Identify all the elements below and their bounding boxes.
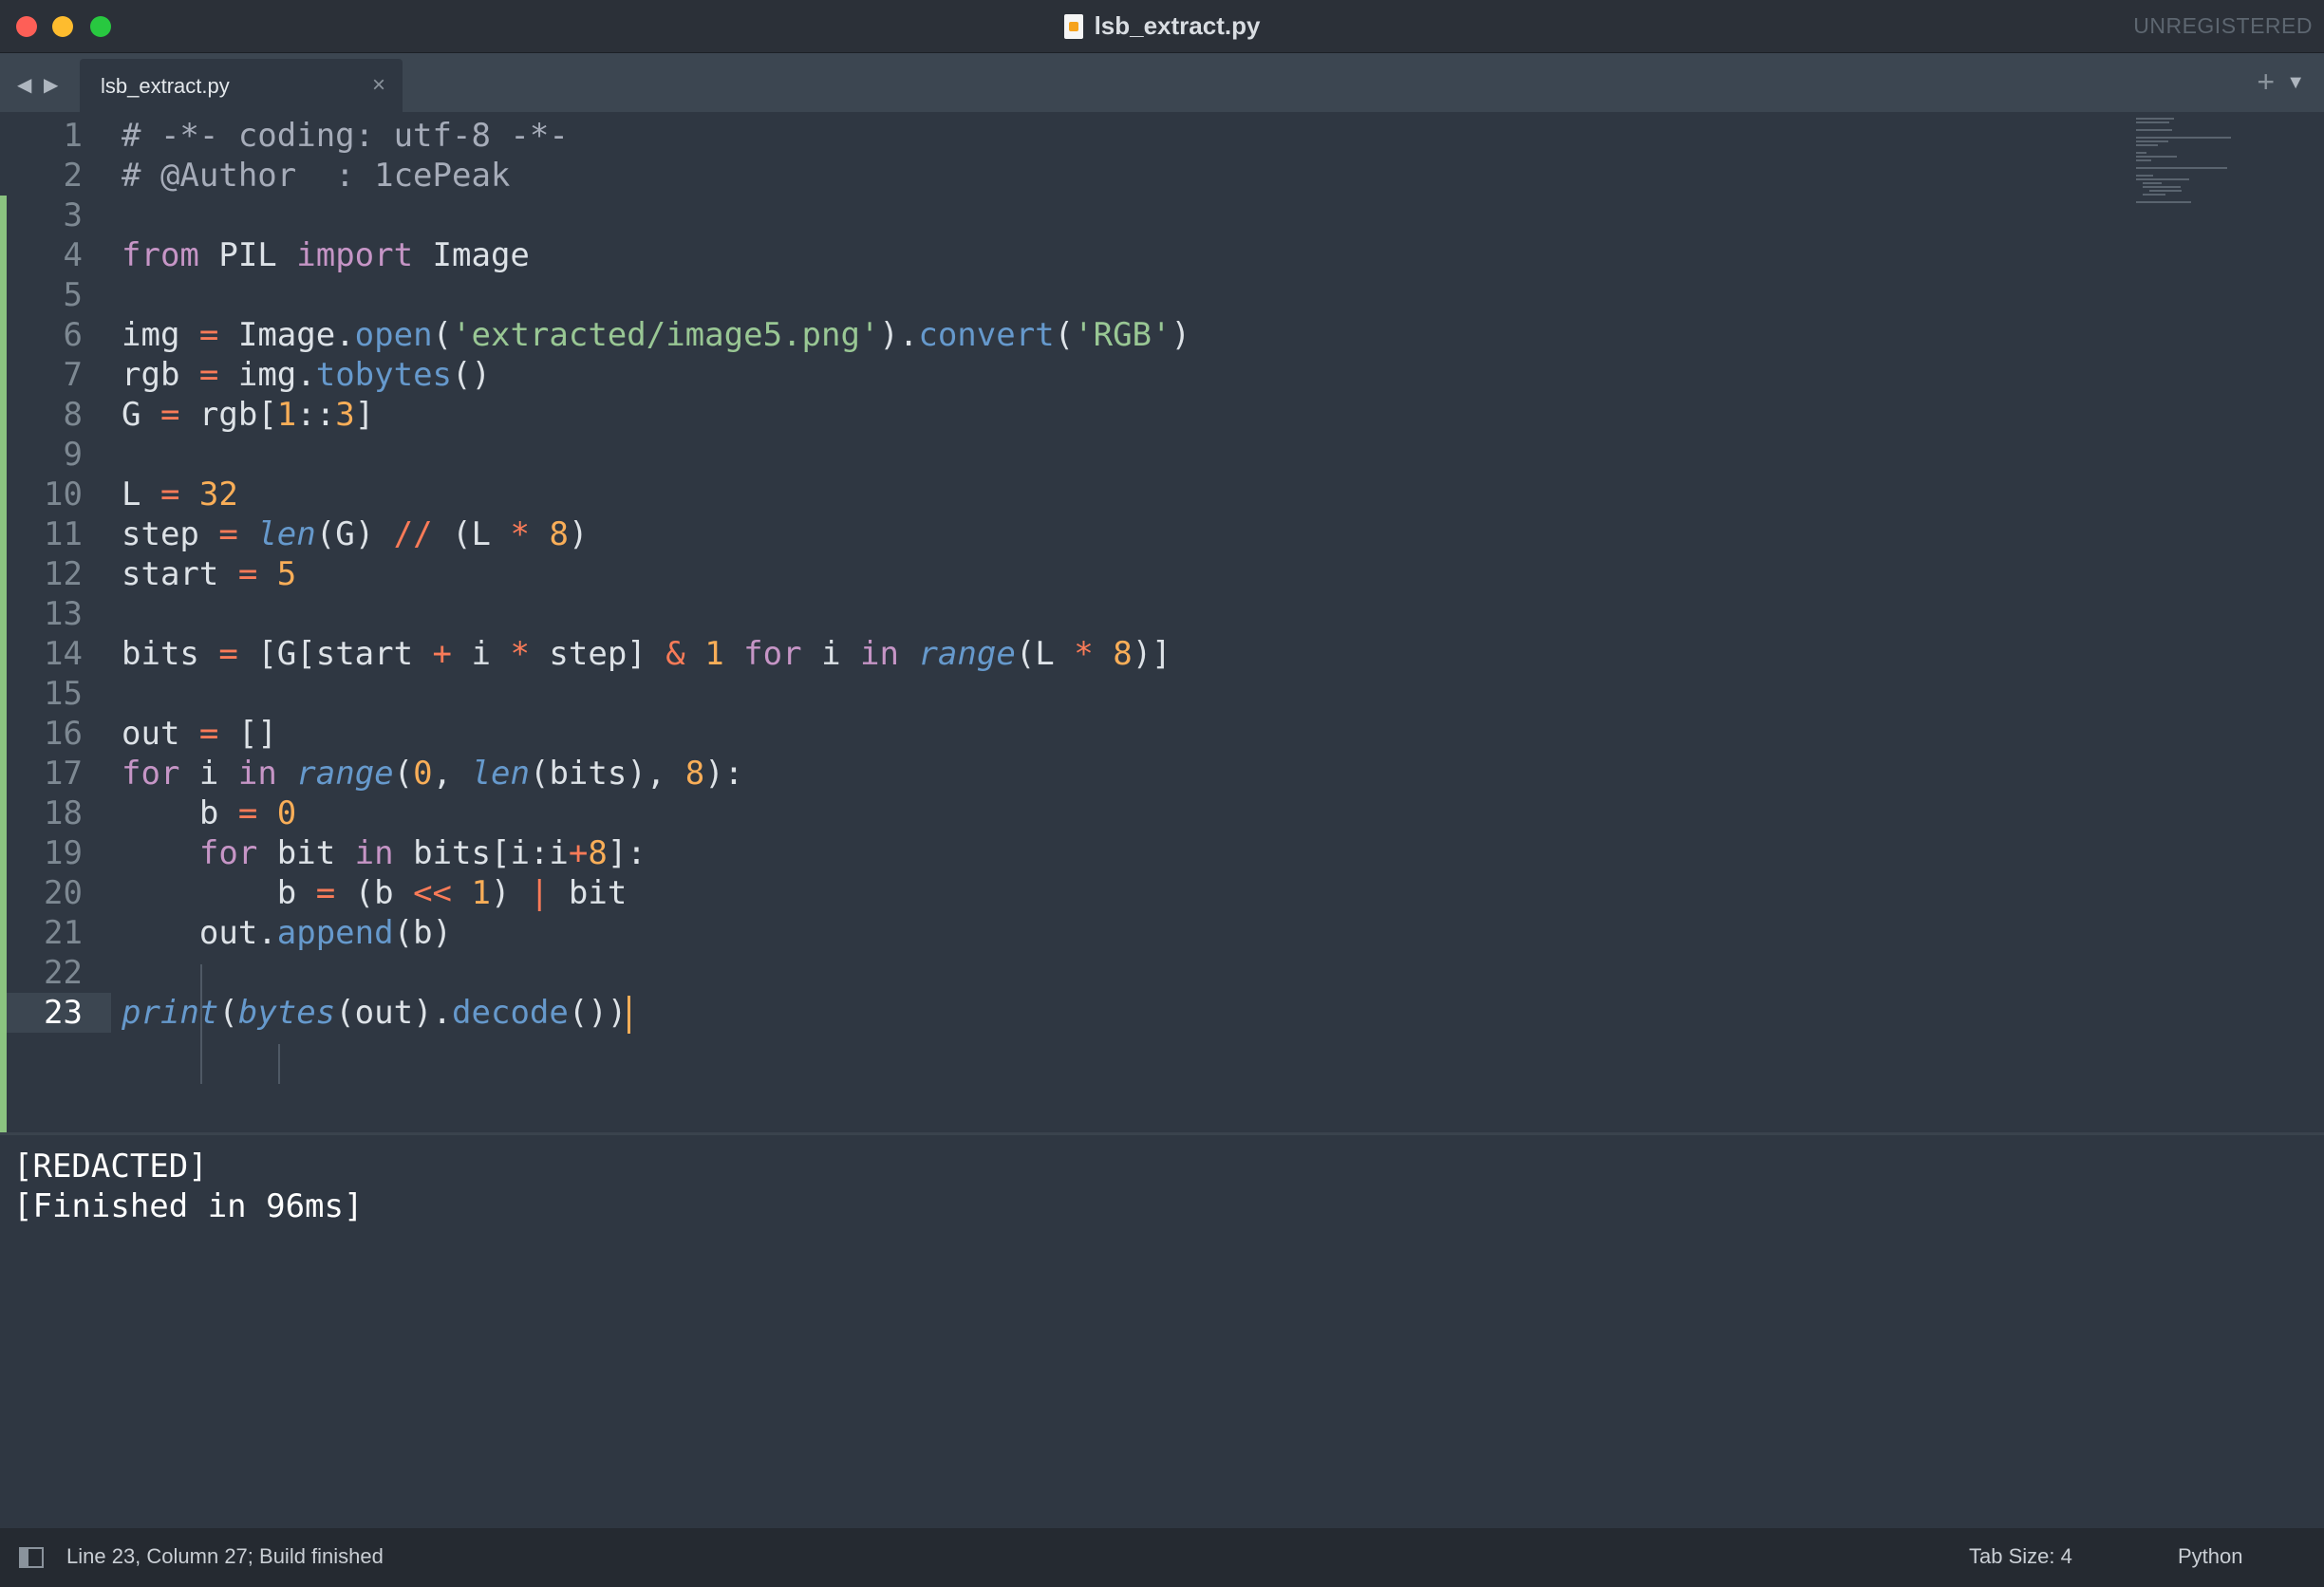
line-number: 20 (44, 874, 83, 912)
line-number: 7 (63, 356, 83, 394)
minimap-line (2143, 182, 2162, 184)
line-number: 21 (44, 914, 83, 952)
code-line-active: print(bytes(out).decode()) (122, 993, 1190, 1034)
code-line: b = 0 (122, 794, 297, 832)
line-number: 3 (63, 196, 83, 234)
line-number: 22 (44, 954, 83, 992)
line-number: 1 (63, 117, 83, 155)
line-number: 10 (44, 476, 83, 513)
line-number: 4 (63, 236, 83, 274)
line-number: 17 (44, 755, 83, 793)
code-line: G = rgb[1::3] (122, 396, 375, 434)
line-number: 11 (44, 515, 83, 553)
code-line: step = len(G) // (L * 8) (122, 515, 589, 553)
line-number: 12 (44, 555, 83, 593)
code-line: out.append(b) (122, 914, 453, 952)
minimap-line (2136, 137, 2231, 139)
window-title: lsb_extract.py (1094, 11, 1261, 40)
code-line: b = (b << 1) | bit (122, 874, 628, 912)
status-bar: Line 23, Column 27; Build finished Tab S… (0, 1528, 2324, 1587)
minimap-line (2136, 152, 2146, 154)
minimap-line (2136, 129, 2172, 131)
license-notice: UNREGISTERED (2133, 13, 2313, 38)
code-line: bits = [G[start + i * step] & 1 for i in… (122, 635, 1171, 673)
chevron-right-icon[interactable]: ▶ (44, 73, 58, 97)
chevron-left-icon[interactable]: ◀ (17, 73, 31, 97)
indent-guide (278, 1044, 280, 1084)
line-number: 18 (44, 794, 83, 832)
minimap-line (2136, 144, 2158, 146)
line-number: 6 (63, 316, 83, 354)
plus-icon[interactable]: + (2257, 65, 2275, 100)
python-file-icon (1063, 13, 1083, 39)
code-line: L = 32 (122, 476, 238, 513)
code-line: from PIL import Image (122, 236, 530, 274)
line-number: 16 (44, 715, 83, 753)
line-number-active: 23 (7, 993, 111, 1033)
line-number: 15 (44, 675, 83, 713)
line-number: 13 (44, 595, 83, 633)
build-output-panel: [REDACTED] [Finished in 96ms] (0, 1135, 2324, 1528)
line-number: 5 (63, 276, 83, 314)
minimap-line (2136, 156, 2177, 158)
code-line: # -*- coding: utf-8 -*- (122, 117, 569, 155)
code-editor[interactable]: 1 2 3 4 5 6 7 8 9 10 11 12 13 14 15 16 1… (0, 112, 2324, 1148)
line-number: 19 (44, 834, 83, 872)
minimap-line (2136, 167, 2227, 169)
minimap-line (2143, 194, 2165, 196)
code-line: for i in range(0, len(bits), 8): (122, 755, 744, 793)
window-title-group: lsb_extract.py (0, 0, 2324, 52)
cursor-position-status: Line 23, Column 27; Build finished (66, 1544, 384, 1568)
line-number: 2 (63, 157, 83, 195)
line-number: 14 (44, 635, 83, 673)
minimap-line (2136, 121, 2169, 123)
tab-size-selector[interactable]: Tab Size: 4 (1969, 1544, 2072, 1569)
minimap-line (2136, 201, 2191, 203)
code-line: start = 5 (122, 555, 297, 593)
title-bar: lsb_extract.py UNREGISTERED (0, 0, 2324, 53)
minimap-line (2136, 159, 2151, 161)
minimap-line (2136, 118, 2174, 120)
minimap-line (2143, 186, 2181, 188)
line-number: 8 (63, 396, 83, 434)
minimap-line (2136, 175, 2153, 177)
text-cursor (628, 995, 631, 1034)
syntax-selector[interactable]: Python (2178, 1544, 2243, 1569)
tab-bar: ◀ ▶ lsb_extract.py × + ▼ (0, 53, 2324, 112)
panel-toggle-icon[interactable] (19, 1547, 44, 1568)
code-text[interactable]: # -*- coding: utf-8 -*- # @Author : 1ceP… (122, 116, 1190, 1034)
code-line: # @Author : 1cePeak (122, 157, 511, 195)
code-line: img = Image.open('extracted/image5.png')… (122, 316, 1190, 354)
minimap-line (2136, 178, 2189, 180)
close-icon[interactable]: × (372, 72, 385, 99)
line-number-gutter: 1 2 3 4 5 6 7 8 9 10 11 12 13 14 15 16 1… (7, 116, 111, 1033)
editor-window: lsb_extract.py UNREGISTERED ◀ ▶ lsb_extr… (0, 0, 2324, 1587)
code-line: out = [] (122, 715, 277, 753)
tab-lsb-extract[interactable]: lsb_extract.py × (80, 59, 403, 112)
output-line-finished: [Finished in 96ms] (13, 1187, 364, 1225)
chevron-down-icon[interactable]: ▼ (2286, 72, 2305, 94)
minimap-line (2149, 190, 2182, 192)
line-number: 9 (63, 436, 83, 474)
tab-label: lsb_extract.py (101, 74, 230, 98)
code-line: for bit in bits[i:i+8]: (198, 834, 647, 872)
change-indicator-bar (0, 196, 7, 1148)
output-line: [REDACTED] (13, 1148, 208, 1186)
code-line: rgb = img.tobytes() (122, 356, 491, 394)
minimap-line (2136, 140, 2168, 142)
minimap[interactable] (2136, 118, 2240, 213)
